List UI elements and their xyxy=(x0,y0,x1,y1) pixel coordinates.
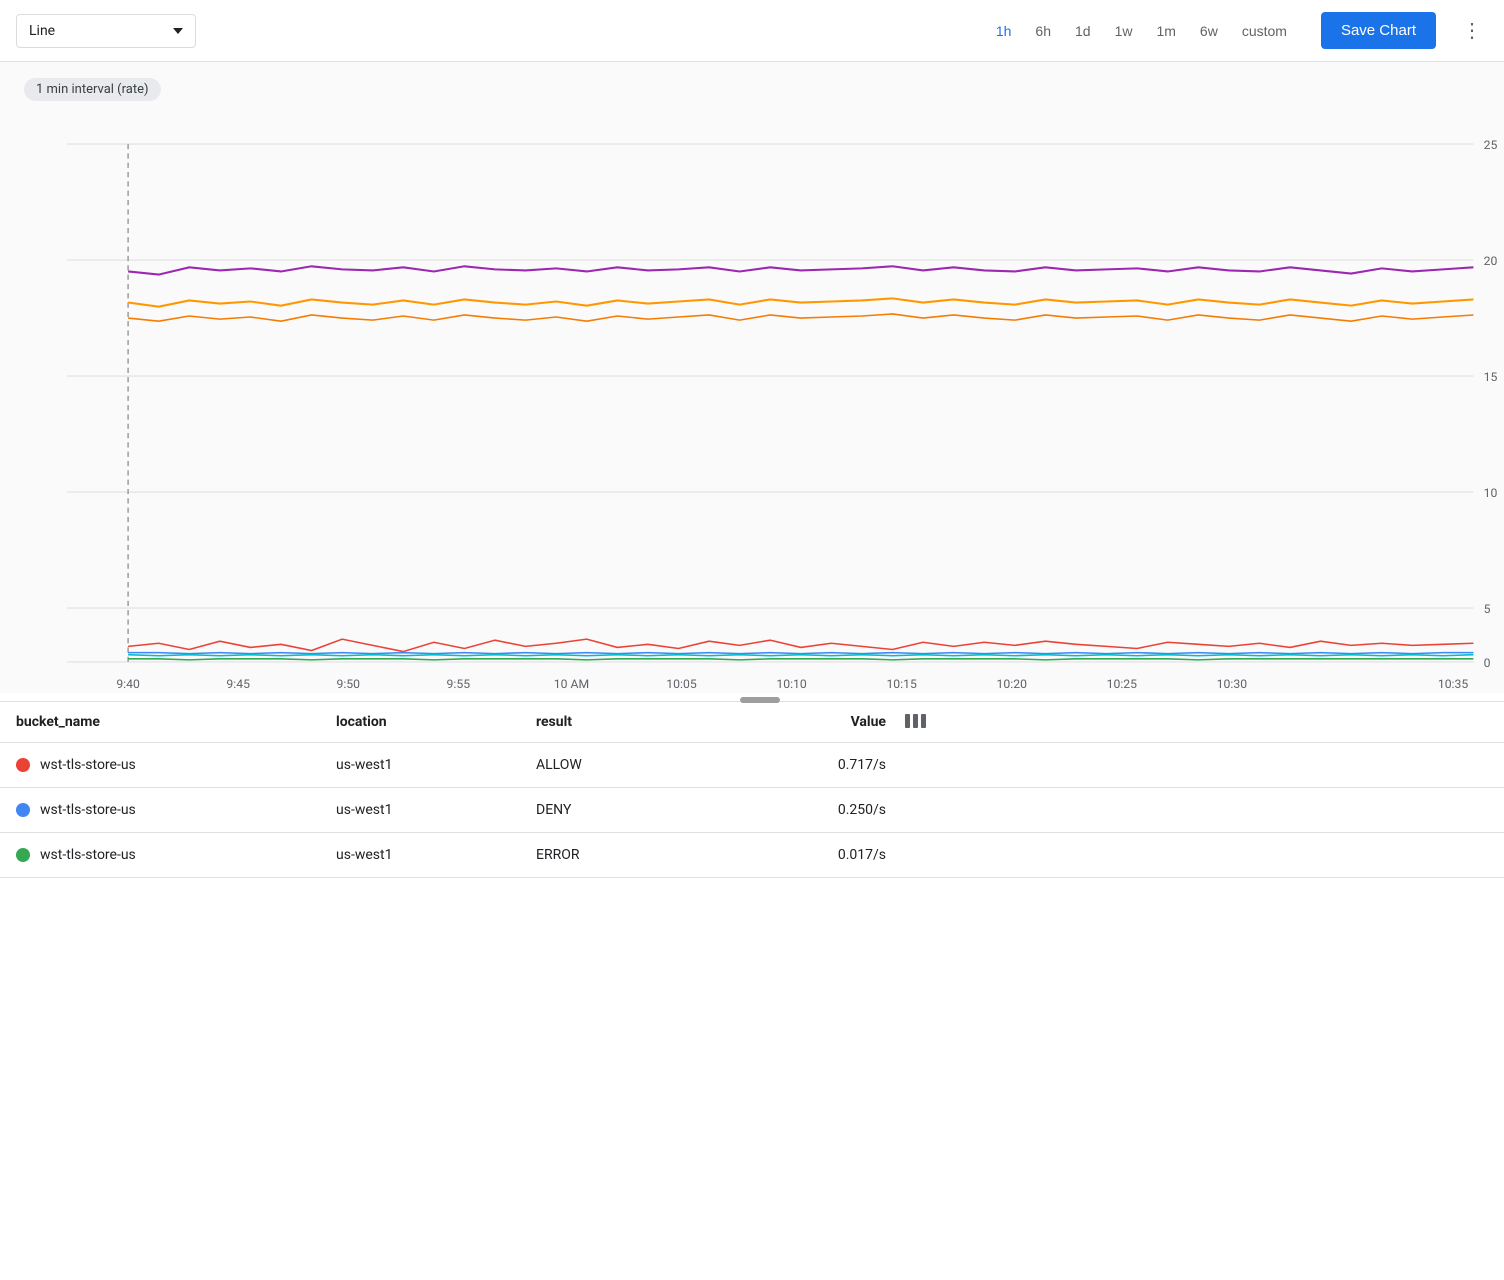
time-btn-custom[interactable]: custom xyxy=(1232,17,1297,45)
row-1-result: ALLOW xyxy=(536,757,736,773)
svg-text:9:50: 9:50 xyxy=(336,678,360,692)
row-3-location: us-west1 xyxy=(336,847,536,863)
time-btn-6w[interactable]: 6w xyxy=(1190,17,1228,45)
svg-text:10:25: 10:25 xyxy=(1107,678,1137,692)
legend-row: wst-tls-store-us us-west1 DENY 0.250/s xyxy=(0,788,1504,833)
chart-svg: 25 20 15 10 5 0 9:40 9:45 9:50 9:55 10 A… xyxy=(16,113,1504,693)
row-3-bucket: wst-tls-store-us xyxy=(40,847,136,863)
chart-wrapper: 25 20 15 10 5 0 9:40 9:45 9:50 9:55 10 A… xyxy=(16,113,1504,693)
svg-text:10: 10 xyxy=(1484,487,1498,501)
svg-text:5: 5 xyxy=(1484,603,1491,617)
row-1-location: us-west1 xyxy=(336,757,536,773)
chart-type-dropdown[interactable]: Line xyxy=(16,14,196,48)
row-1-name: wst-tls-store-us xyxy=(16,757,336,773)
row-1-color-dot xyxy=(16,758,30,772)
chart-type-label: Line xyxy=(29,23,55,39)
time-btn-1d[interactable]: 1d xyxy=(1065,17,1101,45)
row-3-result: ERROR xyxy=(536,847,736,863)
svg-text:10:05: 10:05 xyxy=(666,678,696,692)
chart-area: 1 min interval (rate) 25 20 15 10 5 0 9:… xyxy=(0,62,1504,693)
row-3-name: wst-tls-store-us xyxy=(16,847,336,863)
col-bucket-name: bucket_name xyxy=(16,714,336,730)
svg-text:9:55: 9:55 xyxy=(447,678,471,692)
svg-text:10 AM: 10 AM xyxy=(554,678,589,692)
svg-text:15: 15 xyxy=(1484,371,1498,385)
more-options-button[interactable]: ⋮ xyxy=(1456,12,1488,49)
interval-badge: 1 min interval (rate) xyxy=(24,78,161,101)
chevron-down-icon xyxy=(173,28,183,34)
row-2-result: DENY xyxy=(536,802,736,818)
row-2-color-dot xyxy=(16,803,30,817)
row-2-value: 0.250/s xyxy=(736,802,886,818)
svg-text:10:35: 10:35 xyxy=(1438,678,1468,692)
row-1-bucket: wst-tls-store-us xyxy=(40,757,136,773)
time-btn-6h[interactable]: 6h xyxy=(1025,17,1061,45)
svg-text:0: 0 xyxy=(1484,657,1491,671)
svg-text:9:45: 9:45 xyxy=(226,678,250,692)
svg-text:20: 20 xyxy=(1484,255,1498,269)
row-1-value: 0.717/s xyxy=(736,757,886,773)
svg-text:10:30: 10:30 xyxy=(1217,678,1247,692)
svg-text:10:20: 10:20 xyxy=(997,678,1027,692)
row-3-color-dot xyxy=(16,848,30,862)
col-result: result xyxy=(536,714,736,730)
row-2-name: wst-tls-store-us xyxy=(16,802,336,818)
save-chart-button[interactable]: Save Chart xyxy=(1321,12,1436,49)
col-location: location xyxy=(336,714,536,730)
scroll-handle[interactable] xyxy=(740,697,780,703)
svg-text:10:10: 10:10 xyxy=(776,678,806,692)
legend-row: wst-tls-store-us us-west1 ALLOW 0.717/s xyxy=(0,743,1504,788)
time-btn-1m[interactable]: 1m xyxy=(1146,17,1185,45)
legend-row: wst-tls-store-us us-west1 ERROR 0.017/s xyxy=(0,833,1504,878)
svg-text:25: 25 xyxy=(1484,139,1498,153)
time-btn-1h[interactable]: 1h xyxy=(986,17,1022,45)
legend-header: bucket_name location result Value xyxy=(0,702,1504,743)
row-2-bucket: wst-tls-store-us xyxy=(40,802,136,818)
legend-table: bucket_name location result Value wst-tl… xyxy=(0,701,1504,878)
row-3-value: 0.017/s xyxy=(736,847,886,863)
toolbar: Line 1h 6h 1d 1w 1m 6w custom Save Chart… xyxy=(0,0,1504,62)
col-value: Value xyxy=(736,714,886,730)
svg-text:9:40: 9:40 xyxy=(116,678,140,692)
svg-text:10:15: 10:15 xyxy=(886,678,916,692)
time-controls: 1h 6h 1d 1w 1m 6w custom xyxy=(986,17,1297,45)
columns-icon[interactable] xyxy=(886,714,926,730)
row-2-location: us-west1 xyxy=(336,802,536,818)
time-btn-1w[interactable]: 1w xyxy=(1105,17,1143,45)
